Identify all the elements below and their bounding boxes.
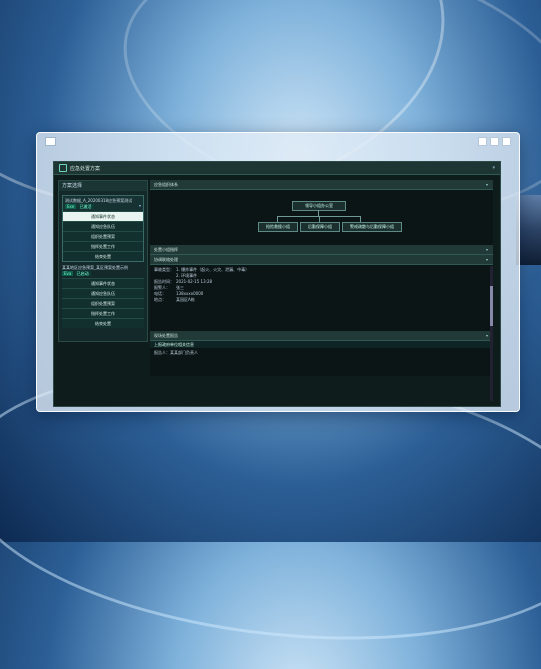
plan-group-2-header[interactable]: 某某地区应急预案_某区预案处置示例 Eva 已启动 [62,265,144,276]
step-item[interactable]: 通知事件状态 [63,211,143,221]
minimize-button[interactable] [478,137,487,146]
chevron-down-icon[interactable]: ▾ [486,245,488,254]
org-child-node: 后勤保障小组 [300,222,340,232]
chevron-down-icon[interactable]: ▾ [139,203,141,208]
app-window: 应急处置方案 ▾ 方案选择 测试数据_A_20200318应急预案测试 Exe … [36,132,520,412]
chevron-down-icon[interactable]: ▾ [486,255,488,264]
step-item[interactable]: 指挥处置工作 [62,308,144,318]
field-value: 张三 [176,285,184,290]
plan-group-header: 测试数据_A_20200318应急预案测试 Exe 已激活 ▾ [63,196,143,211]
scrollbar-thumb[interactable] [490,286,493,326]
plan-app: 应急处置方案 ▾ 方案选择 测试数据_A_20200318应急预案测试 Exe … [53,161,501,407]
plan-status-badge: 已启动 [74,271,91,276]
sidebar-title: 方案选择 [59,181,147,191]
section-header[interactable]: 处置小组指挥 ▾ [150,245,493,255]
plan-group-2-list: 通知事件状态 通知应急队伍 组织处置预案 指挥处置工作 结束处置 [62,278,144,328]
step-item[interactable]: 通知应急队伍 [63,221,143,231]
app-header: 应急处置方案 ▾ [54,162,500,175]
plan-status-badge: 已激活 [77,204,94,209]
section-title: 现场处置报告 [154,333,178,338]
plan-sidebar: 方案选择 测试数据_A_20200318应急预案测试 Exe 已激活 ▾ 通知事… [58,180,148,342]
field-value: 某园区A栋 [176,297,195,302]
step-item[interactable]: 结束处置 [63,251,143,261]
chevron-down-icon[interactable]: ▾ [486,331,488,340]
section-header[interactable]: 现场处置报告 ▾ [150,331,493,341]
field-value: 2. 环境事件 [176,273,198,278]
report-line: 报告人：某某部门负责人 [154,350,198,355]
section-title: 处置小组指挥 [154,247,178,252]
org-root-node: 领导小组办公室 [292,201,346,211]
field-value: 2021-02-15 13:28 [176,279,213,284]
plan-name: 测试数据_A_20200318应急预案测试 [65,198,133,203]
step-item[interactable]: 组织处置预案 [62,298,144,308]
field-value: 1. 爆炸事件（起火、火灾、泄漏、中毒） [176,267,250,272]
step-item[interactable]: 通知应急队伍 [62,288,144,298]
maximize-button[interactable] [490,137,499,146]
plan-code-badge: Exe [65,204,77,209]
app-logo-icon [59,164,67,172]
step-item[interactable]: 通知事件状态 [62,278,144,288]
plan-name: 某某地区应急预案_某区预案处置示例 [62,265,128,270]
detail-row: 地点： 某园区A栋 [154,297,489,303]
section-title: 协调联络处理 [154,257,178,262]
window-icon [45,137,56,146]
collapse-icon[interactable]: ▾ [492,165,495,171]
detail-body: 事故类型： 1. 爆炸事件（起火、火灾、泄漏、中毒） 2. 环境事件 报告时间： 2… [150,265,493,331]
plan-detail: 应急组织体系 ▾ 领导小组办公室 抢险救援小组 后勤保障小组 警戒疏散与后勤保障… [150,180,493,402]
step-item[interactable]: 指挥处置工作 [63,241,143,251]
org-child-node: 警戒疏散与后勤保障小组 [342,222,402,232]
org-section-header[interactable]: 应急组织体系 ▾ [150,180,493,190]
scrollbar[interactable] [490,266,493,401]
section-header[interactable]: 协调联络处理 ▾ [150,255,493,265]
close-button[interactable] [502,137,511,146]
report-body: 报告人：某某部门负责人 [150,348,493,376]
plan-code-badge: Eva [62,271,74,276]
section-title: 应急组织体系 [154,182,178,187]
subsection-title: 上报政府单位相关信息 [150,341,493,348]
step-item[interactable]: 组织处置预案 [63,231,143,241]
field-label: 地点： [154,297,166,302]
field-value: 138xxxx0000 [176,291,204,296]
org-child-node: 抢险救援小组 [258,222,298,232]
step-item[interactable]: 结束处置 [62,318,144,328]
chevron-down-icon[interactable]: ▾ [486,180,488,189]
plan-group-1[interactable]: 测试数据_A_20200318应急预案测试 Exe 已激活 ▾ 通知事件状态 通… [62,195,144,262]
org-chart: 领导小组办公室 抢险救援小组 后勤保障小组 警戒疏散与后勤保障小组 [150,190,493,245]
window-controls [478,137,511,146]
app-title: 应急处置方案 [70,165,101,172]
